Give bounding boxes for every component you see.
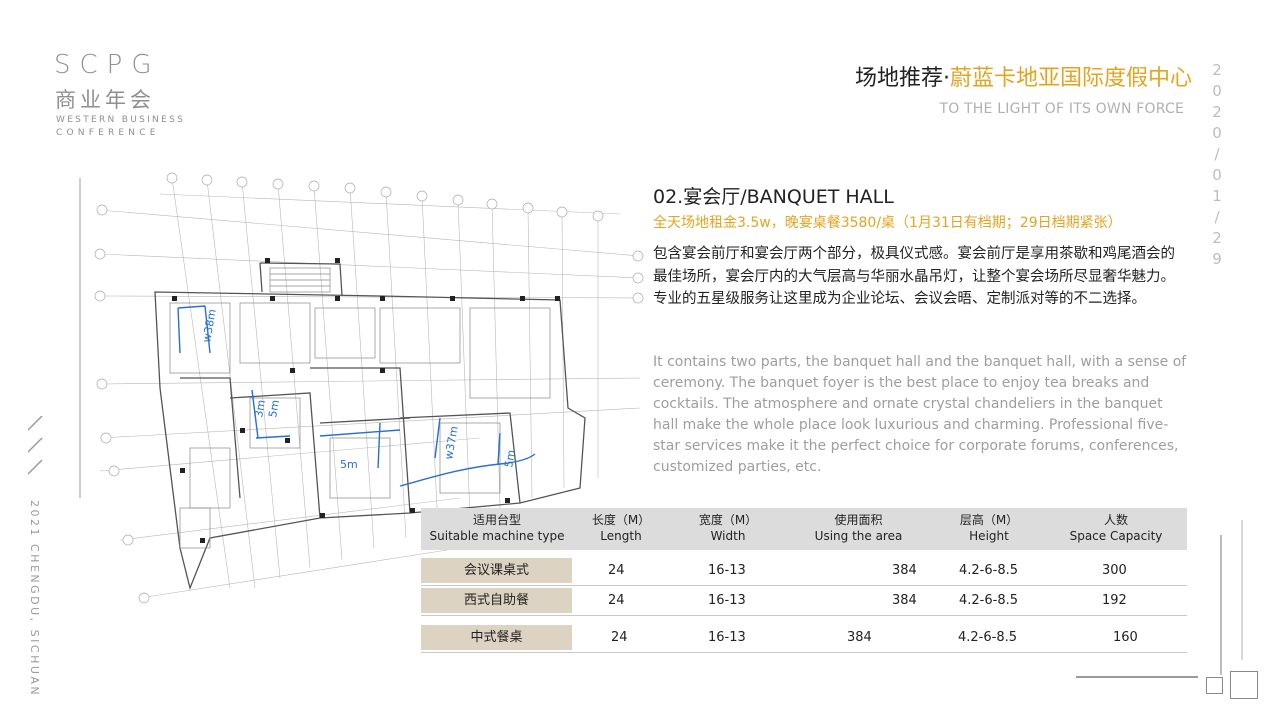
row-length: 24 — [608, 593, 625, 608]
date-char: 0 — [1212, 166, 1222, 184]
date-char: / — [1214, 208, 1220, 226]
hall-title: 02.宴会厅/BANQUET HALL — [653, 186, 894, 208]
header-en: Suitable machine type — [429, 529, 565, 543]
hall-description-en: It contains two parts, the banquet hall … — [653, 354, 1187, 475]
header-area: 使用面积 Using the area — [806, 512, 911, 544]
logo-en-line2: CONFERENCE — [56, 128, 160, 138]
hall-description-cn: 包含宴会前厅和宴会厅两个部分，极具仪式感。宴会前厅是享用茶歇和鸡尾酒会的最佳场所… — [653, 246, 1175, 307]
date-char: 1 — [1212, 187, 1222, 205]
header-en: Height — [969, 529, 1009, 543]
date-char: 0 — [1212, 124, 1222, 142]
row-width: 16-13 — [708, 630, 746, 645]
row-type: 中式餐桌 — [421, 625, 572, 650]
divider-line-right-1 — [1220, 535, 1222, 675]
date-char: 2 — [1212, 103, 1222, 121]
divider-line-right-2 — [1241, 520, 1243, 660]
header-cn: 使用面积 — [834, 513, 883, 527]
plan-annotation: w37m — [442, 425, 461, 460]
header-cn: 长度（M） — [591, 513, 651, 527]
row-capacity: 192 — [1102, 593, 1127, 608]
date-char: 2 — [1212, 61, 1222, 79]
header-cn: 层高（M） — [959, 513, 1019, 527]
date-char: 2 — [1212, 229, 1222, 247]
plan-annotation: w38m — [200, 308, 219, 343]
row-length: 24 — [608, 563, 625, 578]
row-length: 24 — [611, 630, 628, 645]
header-en: Width — [710, 529, 746, 543]
divider-line-bottom — [1076, 676, 1198, 678]
row-area: 384 — [892, 563, 917, 578]
row-height: 4.2-6-8.5 — [959, 593, 1019, 608]
header-cn: 人数 — [1103, 513, 1128, 527]
logo-en-line1: WESTERN BUSINESS — [56, 115, 186, 125]
corner-square-large — [1230, 671, 1258, 699]
row-height: 4.2-6-8.5 — [958, 630, 1018, 645]
logo-scpg: SCPG — [54, 50, 161, 80]
header-capacity: 人数 Space Capacity — [1061, 512, 1171, 544]
logo-cn: 商业年会 — [55, 88, 155, 112]
row-area: 384 — [847, 630, 872, 645]
date-char: 9 — [1212, 250, 1222, 268]
date-char: / — [1214, 145, 1220, 163]
title-venue: 蔚蓝卡地亚国际度假中心 — [949, 66, 1192, 91]
row-height: 4.2-6-8.5 — [959, 563, 1019, 578]
hall-price: 全天场地租金3.5w，晚宴桌餐3580/桌（1月31日有档期；29日档期紧张） — [653, 215, 1122, 231]
header-length: 长度（M） Length — [576, 512, 666, 544]
title-prefix: 场地推荐· — [854, 66, 950, 91]
plan-annotation: 5m — [340, 458, 358, 471]
header-width: 宽度（M） Width — [683, 512, 773, 544]
table-row: 会议课桌式 24 16-13 384 4.2-6-8.5 300 — [421, 558, 1187, 586]
row-width: 16-13 — [708, 563, 746, 578]
row-capacity: 300 — [1102, 563, 1127, 578]
plan-annotation: 5m — [266, 399, 282, 419]
slash-decoration — [28, 416, 43, 475]
header-cn: 宽度（M） — [698, 513, 758, 527]
header-en: Using the area — [814, 529, 903, 543]
row-type: 西式自助餐 — [421, 588, 572, 613]
header-type: 适用台型 Suitable machine type — [421, 512, 573, 544]
logo-en: WESTERN BUSINESS CONFERENCE — [56, 114, 185, 140]
header-en: Space Capacity — [1069, 529, 1163, 543]
header-height: 层高（M） Height — [939, 512, 1039, 544]
page-subtitle: TO THE LIGHT OF ITS OWN FORCE — [939, 101, 1184, 117]
row-area: 384 — [892, 593, 917, 608]
table-row: 西式自助餐 24 16-13 384 4.2-6-8.5 192 — [421, 588, 1187, 616]
table-header: 适用台型 Suitable machine type 长度（M） Length … — [421, 508, 1187, 550]
row-capacity: 160 — [1113, 630, 1138, 645]
header-cn: 适用台型 — [472, 513, 521, 527]
table-row: 中式餐桌 24 16-13 384 4.2-6-8.5 160 — [421, 625, 1187, 653]
header-en: Length — [600, 529, 642, 543]
vertical-location: 2021 CHENGDU, SICHUAN — [28, 500, 41, 698]
vertical-date: 2 0 2 0 / 0 1 / 2 9 — [1210, 60, 1224, 270]
date-char: 0 — [1212, 82, 1222, 100]
corner-square-small — [1206, 677, 1223, 694]
row-type: 会议课桌式 — [421, 558, 572, 583]
page-title: 场地推荐·蔚蓝卡地亚国际度假中心 — [855, 60, 1192, 92]
row-width: 16-13 — [708, 593, 746, 608]
